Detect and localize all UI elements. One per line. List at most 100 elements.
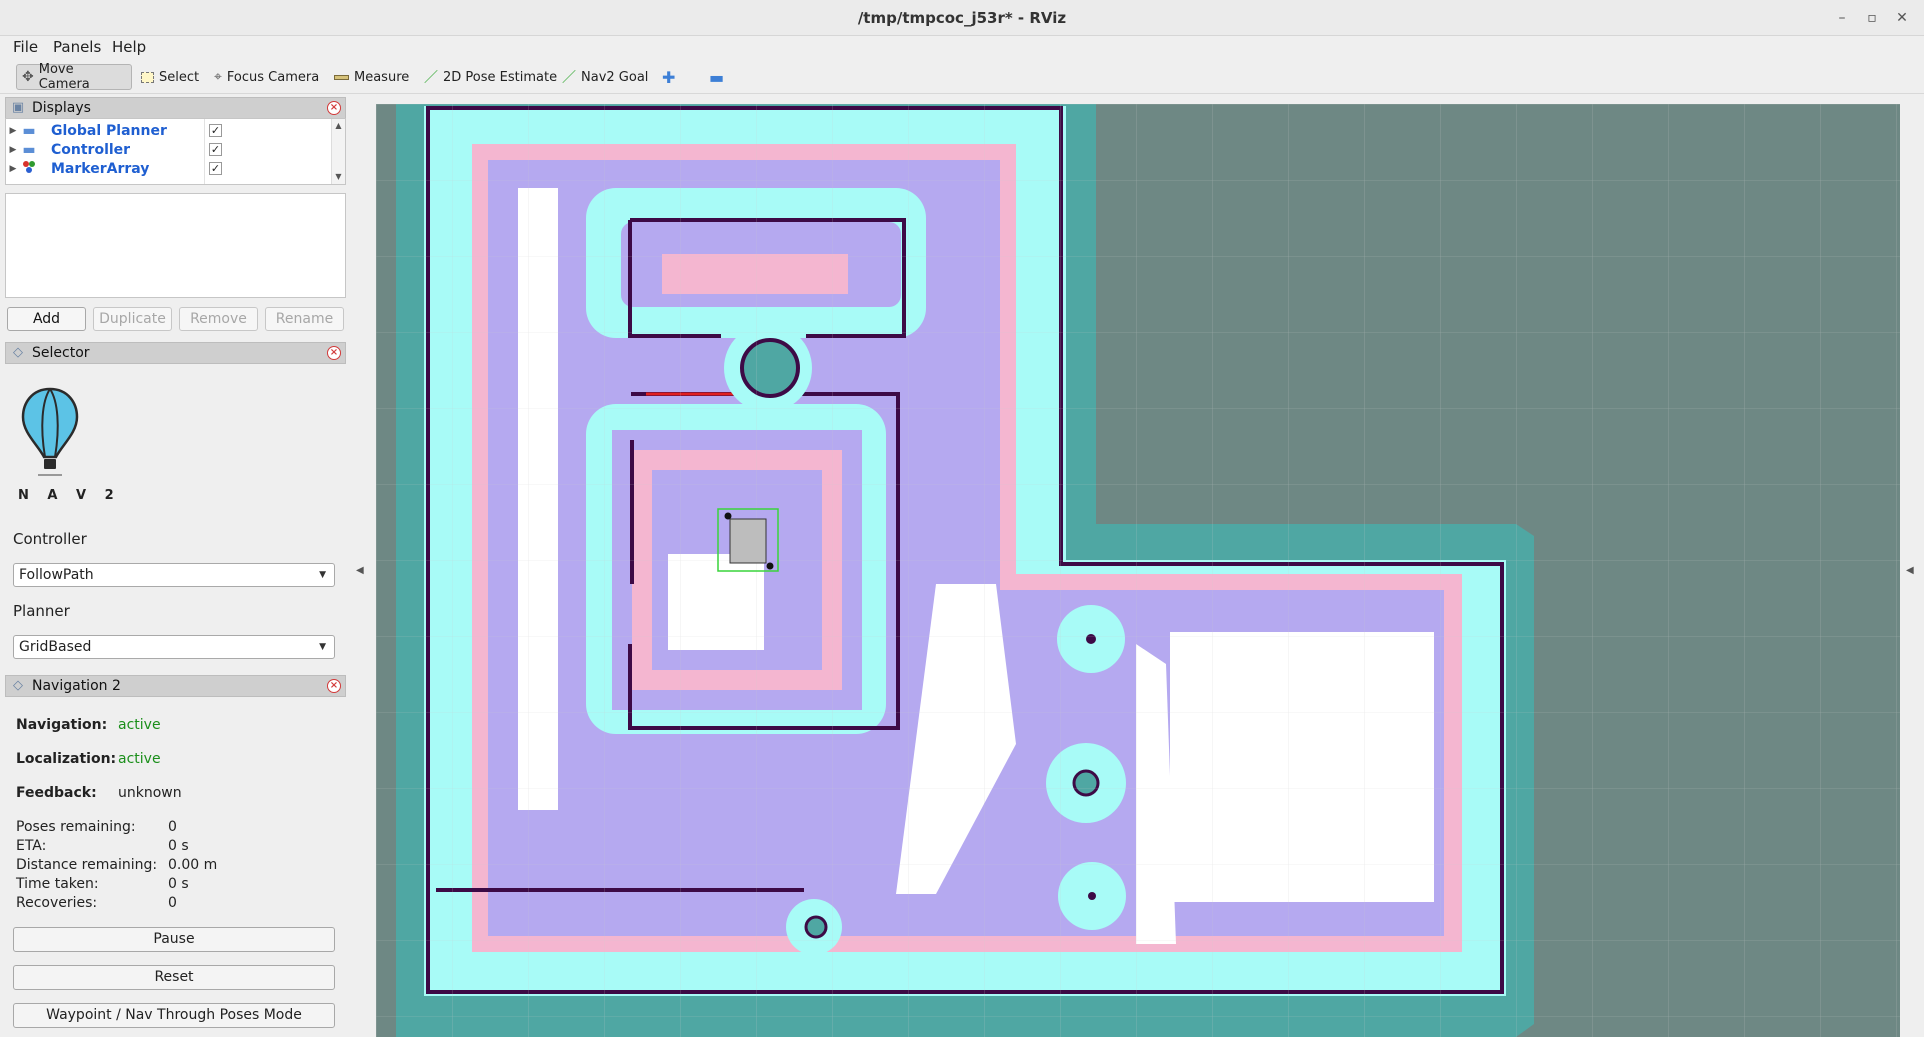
display-item[interactable]: ▶ MarkerArray ✓ — [6, 159, 331, 178]
folder-icon: ▬ — [22, 141, 36, 158]
display-label: Controller — [51, 141, 131, 158]
robot-body — [729, 518, 767, 564]
planner-select-value: GridBased — [19, 639, 92, 655]
collapse-right-icon[interactable]: ◀ — [1906, 565, 1914, 576]
robot-wheel — [766, 562, 774, 570]
feedback-value: unknown — [118, 785, 182, 801]
display-properties — [5, 193, 346, 298]
move-camera-label: Move Camera — [38, 62, 90, 92]
measure-button[interactable]: Measure — [329, 64, 414, 90]
close-panel-icon[interactable]: × — [327, 679, 341, 693]
display-checkbox[interactable]: ✓ — [209, 143, 222, 156]
poses-remaining-value: 0 — [168, 819, 177, 835]
displays-title: Displays — [32, 100, 91, 116]
expand-arrow-icon[interactable]: ▶ — [6, 164, 20, 174]
display-label: MarkerArray — [51, 160, 150, 177]
navigation-panel-header: ◇ Navigation 2 × — [5, 675, 346, 697]
menu-panels[interactable]: Panels — [53, 38, 101, 56]
add-display-button[interactable]: Add — [7, 307, 86, 331]
pause-button[interactable]: Pause — [13, 927, 335, 952]
eta-value: 0 s — [168, 838, 189, 854]
window-title: /tmp/tmpcoc_j53r* - RViz — [857, 9, 1067, 27]
localization-status-label: Localization: — [16, 751, 117, 767]
expand-arrow-icon[interactable]: ▶ — [6, 145, 20, 155]
remove-tool-button[interactable]: ▬ — [704, 64, 729, 90]
display-item[interactable]: ▶ ▬ Controller ✓ — [6, 140, 331, 159]
add-tool-button[interactable]: ✚ — [657, 64, 680, 90]
controller-label: Controller — [13, 530, 87, 548]
displays-scrollbar[interactable]: ▲ ▼ — [331, 119, 345, 184]
display-checkbox[interactable]: ✓ — [209, 124, 222, 137]
recoveries-value: 0 — [168, 895, 177, 911]
maximize-icon[interactable]: ▫ — [1862, 8, 1882, 28]
controller-select[interactable]: FollowPath ▼ — [13, 563, 335, 587]
close-panel-icon[interactable]: × — [327, 101, 341, 115]
green-arrow-icon: ／ — [562, 70, 576, 86]
marker-array-icon — [23, 160, 35, 173]
close-panel-icon[interactable]: × — [327, 346, 341, 360]
nav2-logo-text: N A V 2 — [18, 488, 121, 503]
nav2-goal-button[interactable]: ／ Nav2 Goal — [557, 64, 653, 90]
diamond-icon: ◇ — [13, 678, 23, 693]
displays-tree: ▶ ▬ Global Planner ✓ ▶ ▬ Controller ✓ ▶ … — [5, 118, 346, 185]
time-taken-label: Time taken: — [16, 876, 99, 892]
monitor-icon: ▣ — [11, 100, 25, 115]
plus-icon: ✚ — [662, 67, 676, 87]
select-icon — [141, 71, 154, 83]
green-arrow-icon: ／ — [424, 70, 438, 86]
display-checkbox[interactable]: ✓ — [209, 162, 222, 175]
select-label: Select — [159, 69, 200, 85]
controller-select-value: FollowPath — [19, 567, 94, 583]
move-camera-button[interactable]: ✥ Move Camera — [16, 62, 132, 92]
pose-estimate-button[interactable]: ／ 2D Pose Estimate — [419, 64, 562, 90]
focus-camera-button[interactable]: ⌖ Focus Camera — [209, 64, 324, 90]
select-button[interactable]: Select — [136, 64, 204, 90]
chevron-down-icon: ▼ — [319, 570, 326, 580]
scroll-up-icon[interactable]: ▲ — [332, 121, 345, 130]
focus-camera-label: Focus Camera — [226, 69, 320, 85]
right-dock-splitter[interactable]: ◀ — [1900, 95, 1924, 1037]
waypoint-mode-button[interactable]: Waypoint / Nav Through Poses Mode — [13, 1003, 335, 1028]
planner-label: Planner — [13, 602, 70, 620]
nav2-goal-label: Nav2 Goal — [581, 69, 649, 85]
menu-help[interactable]: Help — [112, 38, 146, 56]
folder-icon: ▬ — [22, 122, 36, 139]
marker-icon — [20, 160, 38, 178]
collapse-left-icon[interactable]: ◀ — [356, 565, 364, 576]
expand-arrow-icon[interactable]: ▶ — [6, 126, 20, 136]
costmap-render[interactable] — [376, 104, 1900, 1037]
nav2-balloon-icon — [21, 387, 79, 476]
toolbar: ✥ Move Camera Select ⌖ Focus Camera Meas… — [0, 60, 1924, 94]
render-view[interactable] — [376, 104, 1900, 1037]
rename-display-button[interactable]: Rename — [265, 307, 344, 331]
robot-wheel — [724, 512, 732, 520]
reset-button[interactable]: Reset — [13, 965, 335, 990]
navigation-title: Navigation 2 — [32, 678, 121, 694]
left-dock: ▣ Displays × ▶ ▬ Global Planner ✓ ▶ ▬ Co… — [0, 95, 350, 1037]
move-camera-icon: ✥ — [22, 69, 34, 85]
recoveries-label: Recoveries: — [16, 895, 98, 911]
menu-bar: File Panels Help — [0, 36, 1924, 58]
poses-remaining-label: Poses remaining: — [16, 819, 136, 835]
display-item[interactable]: ▶ ▬ Global Planner ✓ — [6, 121, 331, 140]
duplicate-display-button[interactable]: Duplicate — [93, 307, 172, 331]
grid-overlay — [376, 104, 1900, 1037]
localization-status-value: active — [118, 751, 161, 767]
displays-panel-header: ▣ Displays × — [5, 97, 346, 119]
dock-splitter[interactable]: ◀ — [350, 95, 374, 1037]
menu-file[interactable]: File — [13, 38, 38, 56]
remove-display-button[interactable]: Remove — [179, 307, 258, 331]
eta-label: ETA: — [16, 838, 47, 854]
minus-icon: ▬ — [709, 67, 725, 87]
chevron-down-icon: ▼ — [319, 642, 326, 652]
scroll-down-icon[interactable]: ▼ — [332, 172, 345, 181]
crosshair-icon: ⌖ — [214, 69, 222, 85]
close-icon[interactable]: ✕ — [1892, 8, 1912, 28]
navigation-status-label: Navigation: — [16, 717, 108, 733]
distance-remaining-value: 0.00 m — [168, 857, 218, 873]
title-bar: /tmp/tmpcoc_j53r* - RViz – ▫ ✕ — [0, 0, 1924, 36]
pose-estimate-label: 2D Pose Estimate — [443, 69, 558, 85]
planner-select[interactable]: GridBased ▼ — [13, 635, 335, 659]
minimize-icon[interactable]: – — [1832, 8, 1852, 28]
measure-label: Measure — [354, 69, 410, 85]
